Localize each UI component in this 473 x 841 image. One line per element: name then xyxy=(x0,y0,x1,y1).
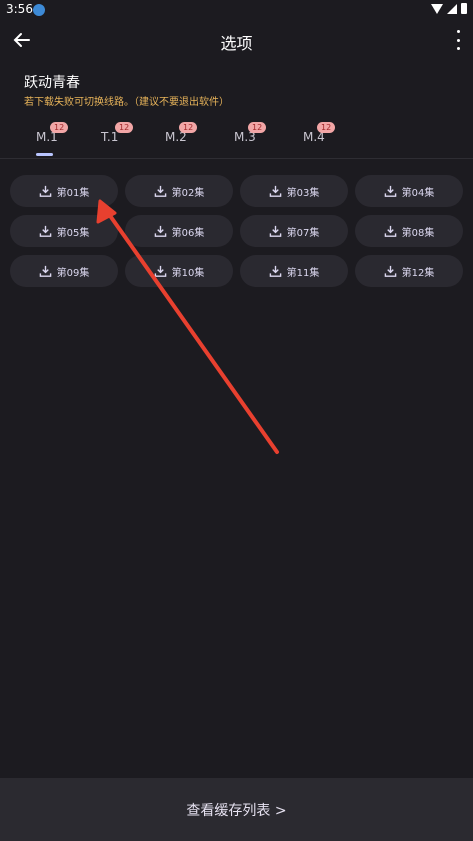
tab-count-badge: 12 xyxy=(115,122,134,133)
status-bar: 3:56 xyxy=(0,0,473,20)
episode-label: 第11集 xyxy=(286,267,320,279)
download-icon xyxy=(269,185,281,197)
episode-download-button[interactable]: 第10集 xyxy=(125,255,233,287)
show-title: 跃动青春 xyxy=(24,75,80,91)
tab-indicator xyxy=(36,153,53,156)
download-icon xyxy=(154,265,166,277)
page-title: 选项 xyxy=(220,34,253,53)
episode-download-button[interactable]: 第06集 xyxy=(125,215,233,247)
battery-icon xyxy=(461,3,467,14)
episode-grid: 第01集 第02集 第03集 第04集 第05集 第06集 第07集 第08集 … xyxy=(10,175,465,287)
download-icon xyxy=(154,225,166,237)
download-icon xyxy=(384,185,396,197)
episode-download-button[interactable]: 第04集 xyxy=(355,175,463,207)
episode-download-button[interactable]: 第08集 xyxy=(355,215,463,247)
episode-download-button[interactable]: 第11集 xyxy=(240,255,348,287)
download-icon xyxy=(154,185,166,197)
tab-m1[interactable]: M.1 12 xyxy=(36,122,69,144)
download-icon xyxy=(39,185,51,197)
episode-label: 第07集 xyxy=(286,227,320,239)
episode-download-button[interactable]: 第12集 xyxy=(355,255,463,287)
download-notification-icon xyxy=(33,4,45,16)
download-icon xyxy=(384,225,396,237)
download-icon xyxy=(39,225,51,237)
episode-download-button[interactable]: 第02集 xyxy=(125,175,233,207)
download-icon xyxy=(269,225,281,237)
episode-label: 第01集 xyxy=(56,187,90,199)
download-icon xyxy=(39,265,51,277)
tab-label: T.1 xyxy=(101,130,119,144)
tab-count-badge: 12 xyxy=(248,122,267,133)
episode-label: 第10集 xyxy=(171,267,205,279)
system-icons xyxy=(431,3,467,14)
episode-download-button[interactable]: 第07集 xyxy=(240,215,348,247)
episode-label: 第08集 xyxy=(401,227,435,239)
download-icon xyxy=(269,265,281,277)
episode-download-button[interactable]: 第03集 xyxy=(240,175,348,207)
tab-count-badge: 12 xyxy=(50,122,69,133)
route-tabs: M.1 12 T.1 12 M.2 12 M.3 12 M.4 12 xyxy=(0,118,473,159)
tab-t1[interactable]: T.1 12 xyxy=(101,122,134,144)
tab-m4[interactable]: M.4 12 xyxy=(303,122,336,144)
episode-label: 第03集 xyxy=(286,187,320,199)
episode-label: 第06集 xyxy=(171,227,205,239)
more-options-button[interactable] xyxy=(455,30,461,50)
episode-label: 第05集 xyxy=(56,227,90,239)
tab-count-badge: 12 xyxy=(317,122,336,133)
signal-icon xyxy=(447,3,457,14)
episode-label: 第12集 xyxy=(401,267,435,279)
tab-count-badge: 12 xyxy=(179,122,198,133)
download-icon xyxy=(384,265,396,277)
status-time: 3:56 xyxy=(6,2,33,16)
tab-m2[interactable]: M.2 12 xyxy=(165,122,198,144)
download-notice: 若下载失败可切换线路。（建议不要退出软件） xyxy=(24,97,229,108)
episode-label: 第09集 xyxy=(56,267,90,279)
wifi-icon xyxy=(431,3,443,14)
app-bar: 选项 xyxy=(0,20,473,62)
episode-download-button[interactable]: 第01集 xyxy=(10,175,118,207)
tab-m3[interactable]: M.3 12 xyxy=(234,122,267,144)
episode-label: 第04集 xyxy=(401,187,435,199)
bottom-bar: 查看缓存列表 > xyxy=(0,778,473,841)
view-cache-list-button[interactable]: 查看缓存列表 > xyxy=(186,800,286,820)
episode-download-button[interactable]: 第09集 xyxy=(10,255,118,287)
episode-download-button[interactable]: 第05集 xyxy=(10,215,118,247)
episode-label: 第02集 xyxy=(171,187,205,199)
